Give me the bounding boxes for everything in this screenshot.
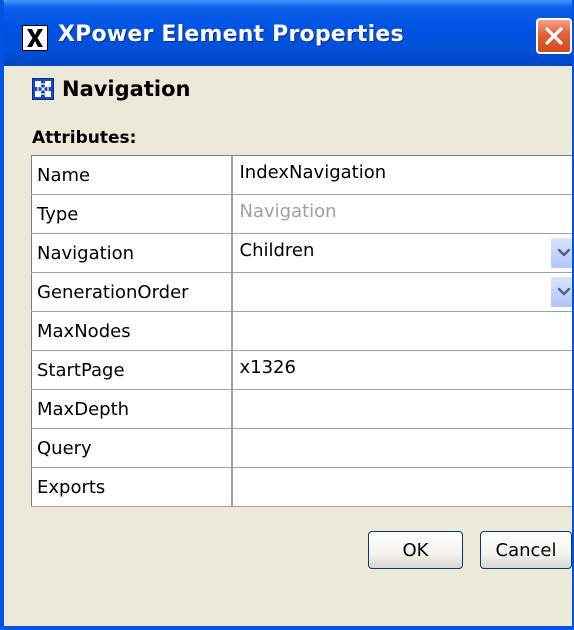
generation-order-select[interactable]: [231, 272, 572, 312]
table-row: Name IndexNavigation: [31, 155, 572, 195]
section-heading: Navigation: [32, 74, 190, 104]
close-icon: [545, 27, 563, 45]
properties-dialog: XPower Element Properties Navigation Att…: [0, 0, 574, 630]
attribute-name-cell: MaxNodes: [31, 311, 233, 351]
type-value-field: Navigation: [231, 194, 572, 234]
attributes-table: Name IndexNavigation Type Navigation Nav…: [31, 155, 572, 507]
chevron-down-icon: [557, 248, 571, 257]
table-row: MaxDepth: [31, 389, 572, 429]
section-title: Navigation: [62, 77, 191, 101]
attribute-name-cell: Exports: [31, 467, 233, 507]
attributes-label: Attributes:: [32, 128, 137, 148]
x-logo-icon: [22, 25, 48, 51]
attribute-name-cell: Type: [31, 194, 233, 234]
attribute-name-cell: StartPage: [31, 350, 233, 390]
name-value-field[interactable]: IndexNavigation: [231, 155, 572, 195]
type-value: Navigation: [239, 200, 337, 222]
navigation-select[interactable]: Children: [231, 233, 572, 273]
table-row: GenerationOrder: [31, 272, 572, 312]
query-field[interactable]: [231, 428, 572, 468]
navigation-dropdown-button[interactable]: [550, 237, 572, 269]
chevron-down-icon: [557, 287, 571, 296]
attribute-name-cell: GenerationOrder: [31, 272, 233, 312]
attribute-name-cell: Name: [31, 155, 233, 195]
table-row: StartPage x1326: [31, 350, 572, 390]
start-page-value: x1326: [239, 356, 296, 378]
exports-field[interactable]: [231, 467, 572, 507]
cancel-button[interactable]: Cancel: [480, 531, 572, 569]
close-button[interactable]: [536, 18, 572, 54]
attribute-name-cell: Query: [31, 428, 233, 468]
title-bar[interactable]: XPower Element Properties: [4, 0, 572, 66]
table-row: Navigation Children: [31, 233, 572, 273]
table-row: Query: [31, 428, 572, 468]
name-value: IndexNavigation: [239, 161, 387, 183]
ok-button[interactable]: OK: [368, 531, 463, 569]
navigation-value: Children: [239, 239, 315, 261]
navigation-icon: [32, 78, 54, 100]
attribute-name-cell: Navigation: [31, 233, 233, 273]
table-row: MaxNodes: [31, 311, 572, 351]
start-page-field[interactable]: x1326: [231, 350, 572, 390]
table-row: Exports: [31, 467, 572, 507]
attribute-name-cell: MaxDepth: [31, 389, 233, 429]
max-depth-field[interactable]: [231, 389, 572, 429]
max-nodes-field[interactable]: [231, 311, 572, 351]
generation-order-dropdown-button[interactable]: [550, 276, 572, 308]
window-title: XPower Element Properties: [58, 22, 404, 47]
table-row: Type Navigation: [31, 194, 572, 234]
